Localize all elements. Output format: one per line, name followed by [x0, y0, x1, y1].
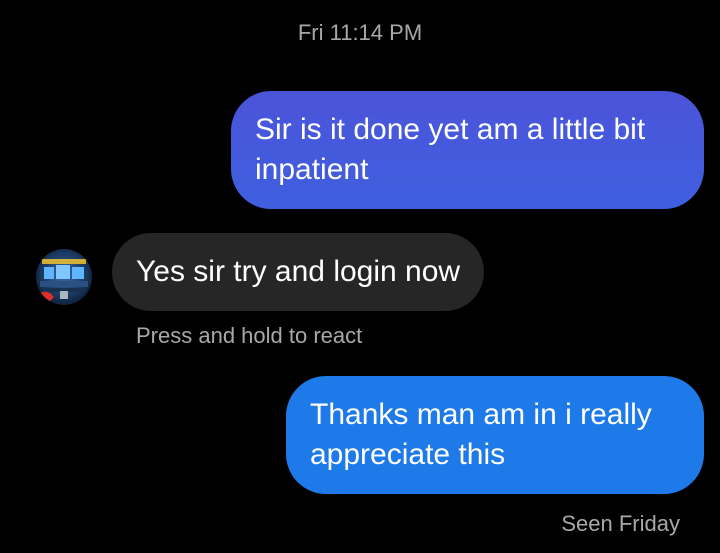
react-hint: Press and hold to react: [136, 323, 363, 348]
conversation-timestamp: Fri 11:14 PM: [297, 20, 423, 45]
outgoing-message-bubble[interactable]: Sir is it done yet am a little bit inpat…: [231, 91, 704, 209]
message-text: Sir is it done yet am a little bit inpat…: [255, 113, 646, 186]
message-text: Yes sir try and login now: [136, 255, 461, 288]
incoming-message-bubble[interactable]: Yes sir try and login now: [112, 233, 485, 311]
outgoing-message-bubble[interactable]: Thanks man am in i really appreciate thi…: [286, 376, 704, 494]
avatar-image: [36, 249, 92, 305]
message-text: Thanks man am in i really appreciate thi…: [310, 398, 652, 471]
contact-avatar-icon[interactable]: [36, 249, 92, 305]
seen-status: Seen Friday: [561, 511, 680, 536]
